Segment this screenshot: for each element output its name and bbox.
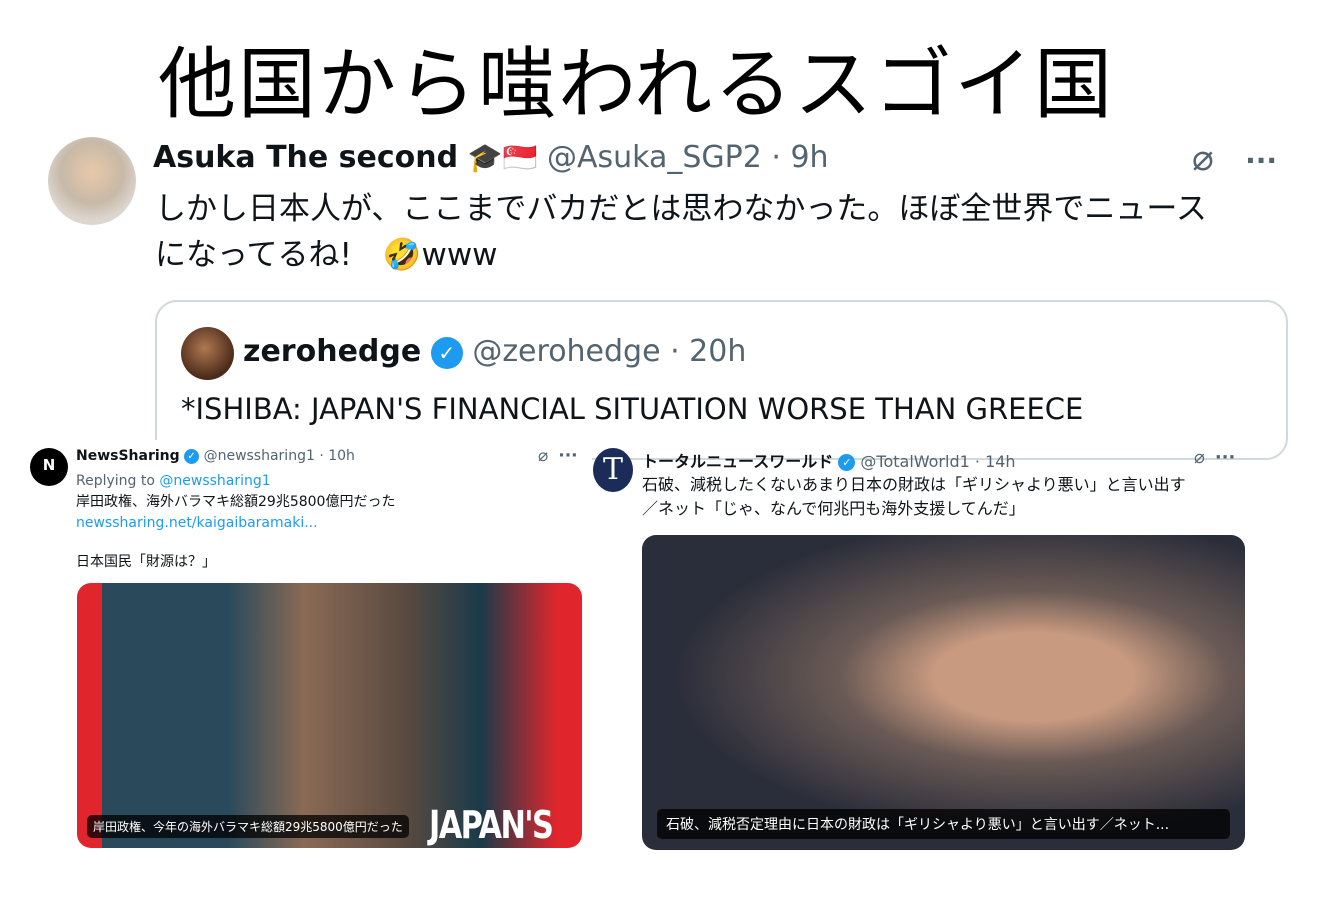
tweet-time: · 14h xyxy=(974,452,1016,471)
image-caption: 岸田政権、今年の海外バラマキ総額29兆5800億円だった xyxy=(87,815,409,838)
tweet-text-line: ／ネット「じゃ、なんで何兆円も海外支援してんだ」 xyxy=(642,499,1025,518)
tweet-header: Asuka The second 🎓🇸🇬 @Asuka_SGP2 · 9h xyxy=(153,140,829,175)
tweet-text-line: しかし日本人が、ここまでバカだとは思わなかった。ほぼ全世界でニュース xyxy=(155,191,1207,227)
avatar-letter: N xyxy=(42,456,56,474)
more-icon[interactable]: ··· xyxy=(1215,447,1236,468)
replying-label: Replying to xyxy=(76,473,160,489)
quote-avatar[interactable] xyxy=(181,327,234,380)
verified-icon: ✓ xyxy=(838,454,856,471)
quoted-tweet[interactable] xyxy=(155,300,1288,460)
avatar[interactable] xyxy=(48,137,136,225)
quote-handle[interactable]: @zerohedge xyxy=(472,334,660,369)
tweet-time: · 10h xyxy=(319,448,355,464)
tweet-text-line: 石破、減税したくないあまり日本の財政は「ギリシャより悪い」と言い出す xyxy=(642,475,1186,494)
tweet-text-line: になってるね! 🤣www xyxy=(155,237,498,273)
image-overlay-text: JAPAN'S xyxy=(429,803,554,847)
author-name[interactable]: トータルニュースワールド xyxy=(642,452,833,471)
grok-icon[interactable]: ⌀ xyxy=(538,446,548,466)
grok-icon[interactable]: ⌀ xyxy=(1192,138,1214,179)
badges-icon: 🎓🇸🇬 xyxy=(467,141,538,174)
verified-icon: ✓ xyxy=(184,448,200,464)
newssharing-avatar[interactable]: N xyxy=(30,448,68,486)
more-icon[interactable]: ··· xyxy=(558,446,577,466)
tweet-time[interactable]: · 9h xyxy=(771,140,828,175)
author-name[interactable]: Asuka The second xyxy=(153,140,458,175)
tweet-image[interactable]: 岸田政権、今年の海外バラマキ総額29兆5800億円だった JAPAN'S xyxy=(77,583,582,848)
page-title: 他国から嗤われるスゴイ国 xyxy=(158,40,1115,130)
tweet-link[interactable]: newssharing.net/kaigaibaramaki... xyxy=(76,513,395,534)
tweet-text: 岸田政権、海外バラマキ総額29兆5800億円だった xyxy=(76,494,396,510)
author-handle[interactable]: @Asuka_SGP2 xyxy=(547,140,762,175)
quote-author-name[interactable]: zerohedge xyxy=(243,334,421,369)
tweet-text: 日本国民「財源は？」 xyxy=(76,554,216,570)
avatar-letter: T xyxy=(602,452,623,487)
tweet-image[interactable]: 石破、減税否定理由に日本の財政は「ギリシャより悪い」と言い出す／ネット... xyxy=(642,535,1245,850)
author-handle[interactable]: @TotalWorld1 xyxy=(860,452,969,471)
tweet-text: しかし日本人が、ここまでバカだとは思わなかった。ほぼ全世界でニュース になってる… xyxy=(155,186,1207,278)
totalworld-avatar[interactable]: T xyxy=(593,448,633,492)
quote-text: *ISHIBA: JAPAN'S FINANCIAL SITUATION WOR… xyxy=(181,392,1084,426)
quote-time: · 20h xyxy=(670,334,747,369)
image-caption: 石破、減税否定理由に日本の財政は「ギリシャより悪い」と言い出す／ネット... xyxy=(657,809,1230,839)
more-icon[interactable]: ··· xyxy=(1245,144,1277,177)
grok-icon[interactable]: ⌀ xyxy=(1194,447,1205,468)
verified-icon: ✓ xyxy=(430,336,463,369)
author-name[interactable]: NewsSharing xyxy=(76,448,180,464)
author-handle[interactable]: @newssharing1 xyxy=(204,448,315,464)
replying-handle[interactable]: @newssharing1 xyxy=(159,473,270,489)
